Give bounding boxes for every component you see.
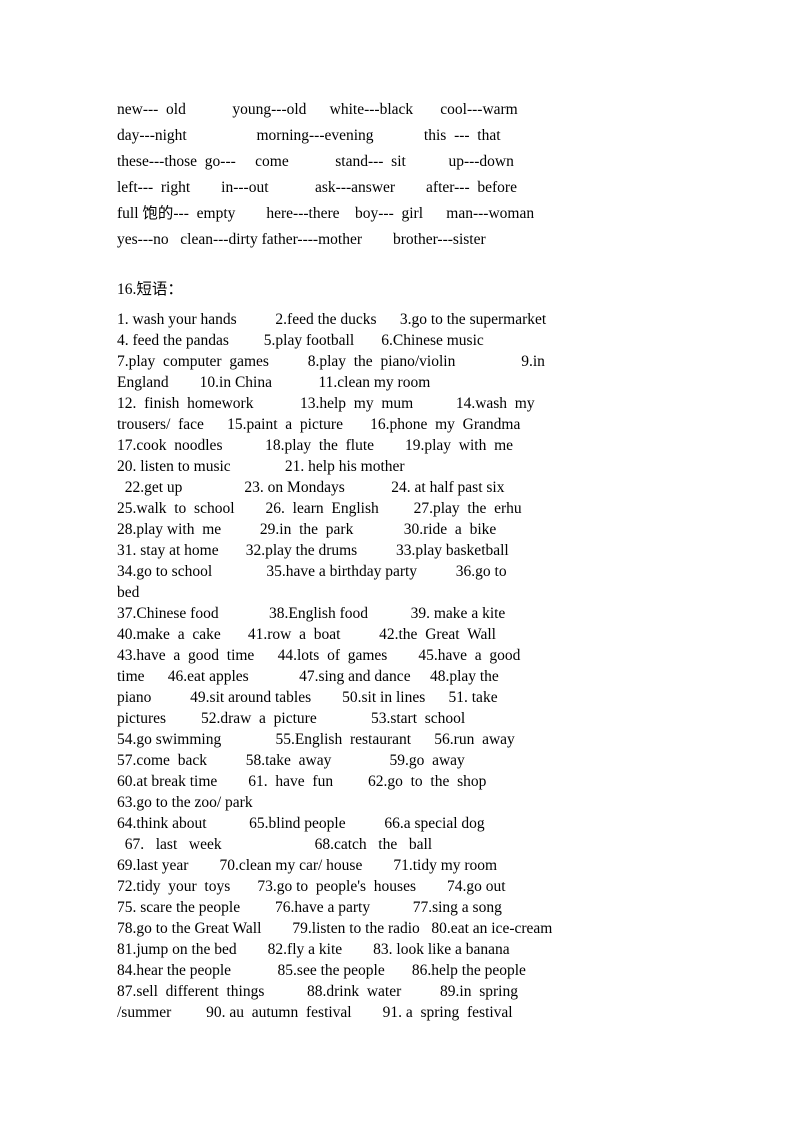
antonym-line: yes---no clean---dirty father----mother … bbox=[117, 231, 486, 248]
phrase-line: 60.at break time 61. have fun 62.go to t… bbox=[117, 773, 487, 790]
phrase-line: 31. stay at home 32.play the drums 33.pl… bbox=[117, 542, 509, 559]
phrase-line: bed bbox=[117, 584, 140, 601]
document-content: new--- old young---old white---black coo… bbox=[117, 97, 677, 1023]
antonyms-section: new--- old young---old white---black coo… bbox=[117, 97, 677, 253]
phrase-line: 25.walk to school 26. learn English 27.p… bbox=[117, 500, 522, 517]
phrase-line: 78.go to the Great Wall 79.listen to the… bbox=[117, 920, 553, 937]
phrase-line: 57.come back 58.take away 59.go away bbox=[117, 752, 465, 769]
phrase-line: piano 49.sit around tables 50.sit in lin… bbox=[117, 689, 498, 706]
phrase-line: 72.tidy your toys 73.go to people's hous… bbox=[117, 878, 506, 895]
antonym-line: these---those go--- come stand--- sit up… bbox=[117, 153, 514, 170]
antonym-line: day---night morning---evening this --- t… bbox=[117, 127, 501, 144]
antonym-line: new--- old young---old white---black coo… bbox=[117, 101, 518, 118]
phrases-section: 1. wash your hands 2.feed the ducks 3.go… bbox=[117, 309, 677, 1023]
phrase-line: 43.have a good time 44.lots of games 45.… bbox=[117, 647, 521, 664]
phrase-line: 4. feed the pandas 5.play football 6.Chi… bbox=[117, 332, 484, 349]
phrase-line: 67. last week 68.catch the ball bbox=[117, 836, 433, 853]
phrase-line: 28.play with me 29.in the park 30.ride a… bbox=[117, 521, 497, 538]
phrase-line: 75. scare the people 76.have a party 77.… bbox=[117, 899, 502, 916]
antonym-line: full 饱的--- empty here---there boy--- gir… bbox=[117, 205, 535, 222]
phrase-line: 69.last year 70.clean my car/ house 71.t… bbox=[117, 857, 498, 874]
phrase-line: 64.think about 65.blind people 66.a spec… bbox=[117, 815, 485, 832]
phrase-line: 54.go swimming 55.English restaurant 56.… bbox=[117, 731, 515, 748]
phrase-line: 34.go to school 35.have a birthday party… bbox=[117, 563, 507, 580]
phrase-line: 20. listen to music 21. help his mother bbox=[117, 458, 405, 475]
phrase-line: 84.hear the people 85.see the people 86.… bbox=[117, 962, 526, 979]
phrase-line: 22.get up 23. on Mondays 24. at half pas… bbox=[117, 479, 505, 496]
phrase-line: England 10.in China 11.clean my room bbox=[117, 374, 431, 391]
phrase-line: 87.sell different things 88.drink water … bbox=[117, 983, 518, 1000]
phrase-line: 7.play computer games 8.play the piano/v… bbox=[117, 353, 545, 370]
phrase-line: trousers/ face 15.paint a picture 16.pho… bbox=[117, 416, 521, 433]
phrase-line: pictures 52.draw a picture 53.start scho… bbox=[117, 710, 466, 727]
phrase-line: 1. wash your hands 2.feed the ducks 3.go… bbox=[117, 311, 547, 328]
phrase-line: 40.make a cake 41.row a boat 42.the Grea… bbox=[117, 626, 496, 643]
phrase-line: 37.Chinese food 38.English food 39. make… bbox=[117, 605, 506, 622]
phrase-line: /summer 90. au autumn festival 91. a spr… bbox=[117, 1004, 513, 1021]
antonym-line: left--- right in---out ask---answer afte… bbox=[117, 179, 517, 196]
document-page: new--- old young---old white---black coo… bbox=[0, 0, 794, 1123]
phrase-line: 17.cook noodles 18.play the flute 19.pla… bbox=[117, 437, 514, 454]
phrases-section-heading: 16.短语： bbox=[117, 281, 183, 298]
phrase-line: 63.go to the zoo/ park bbox=[117, 794, 253, 811]
phrase-line: 12. finish homework 13.help my mum 14.wa… bbox=[117, 395, 535, 412]
phrase-line: time 46.eat apples 47.sing and dance 48.… bbox=[117, 668, 499, 685]
phrase-line: 81.jump on the bed 82.fly a kite 83. loo… bbox=[117, 941, 510, 958]
